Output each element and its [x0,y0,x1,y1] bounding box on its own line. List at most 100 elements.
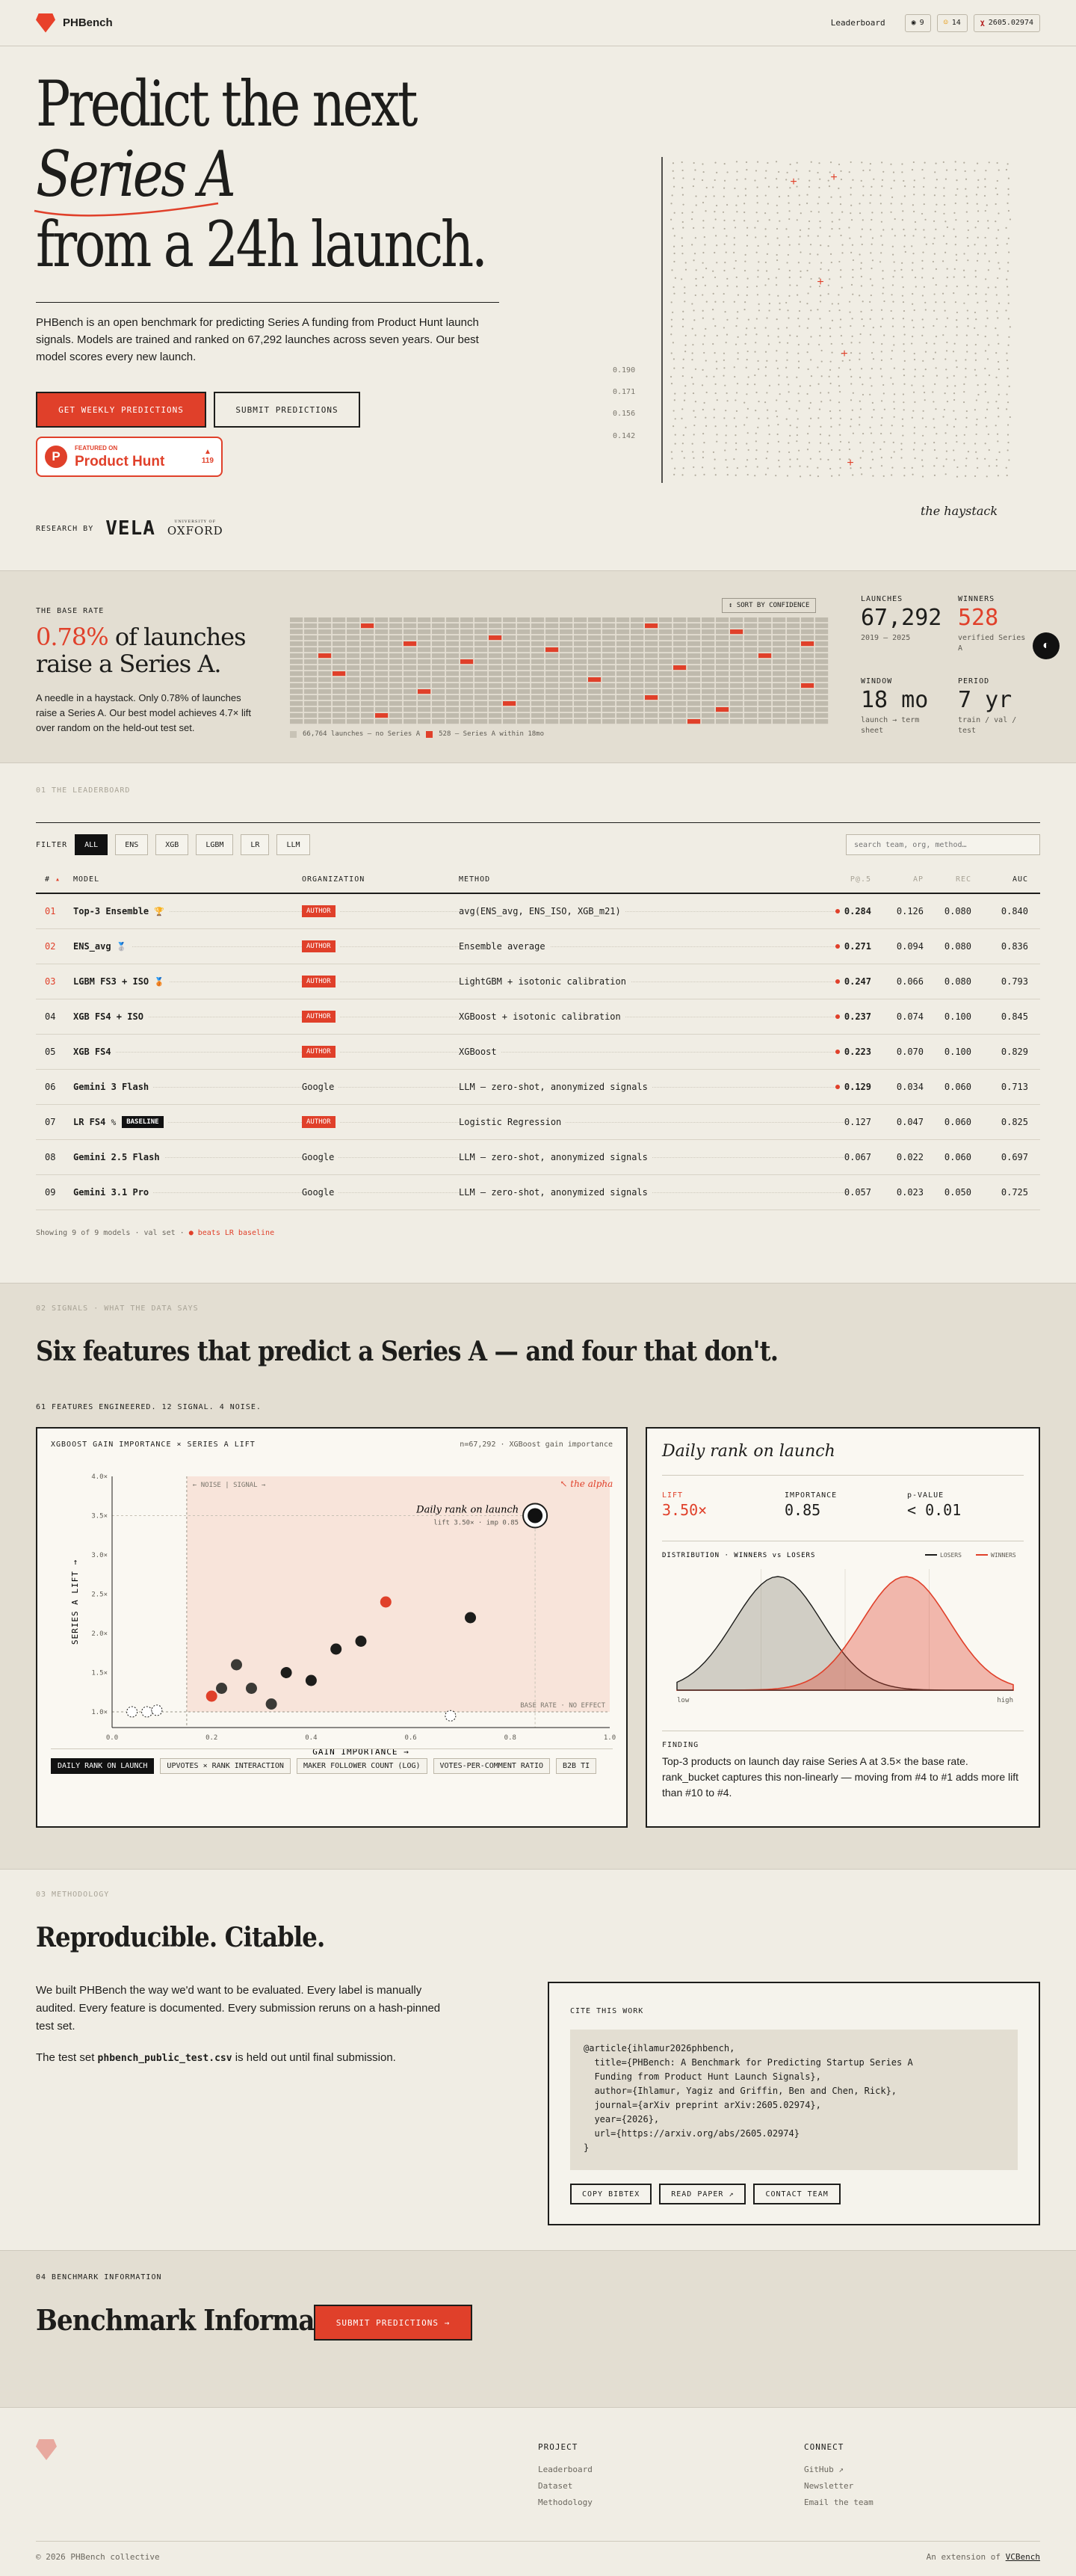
scatter-point[interactable] [445,1710,457,1722]
launch-cell [801,701,814,706]
get-weekly-predictions-button[interactable]: GET WEEKLY PREDICTIONS [36,392,206,428]
scatter-point[interactable] [205,1690,217,1702]
product-hunt-badge[interactable]: P FEATURED ON Product Hunt ▲ 119 [36,437,223,477]
scatter-point[interactable] [380,1596,392,1608]
col-auc[interactable]: AUC [1012,866,1033,893]
scatter-point[interactable] [151,1704,163,1716]
haystack-dot [712,270,714,272]
launch-cell [474,707,488,712]
chip-daily-rank[interactable]: DAILY RANK ON LAUNCH [51,1758,155,1774]
scatter-point[interactable] [245,1683,257,1694]
launch-cell [702,677,715,682]
filter-all[interactable]: ALL [75,834,108,855]
filter-lgbm[interactable]: LGBM [196,834,234,855]
footer-link-github[interactable]: GitHub ↗ [804,2462,874,2478]
table-row[interactable]: 02 ENS_avg 🥈 AUTHOR Ensemble average 0.271 0.… [36,929,1040,964]
haystack-dot [776,259,779,262]
launch-cell [333,641,346,647]
launch-cell [389,707,403,712]
search-input[interactable] [846,834,1040,855]
haystack-dot [913,194,915,196]
haystack-dot [882,286,885,289]
col-method[interactable]: METHOD [459,866,495,893]
read-paper-button[interactable]: READ PAPER ↗ [659,2184,746,2204]
haystack-dot [693,319,696,321]
chip-upvotes-rank[interactable]: UPVOTES × RANK INTERACTION [160,1758,291,1774]
chip-votes-per-comment[interactable]: VOTES-PER-COMMENT RATIO [433,1758,550,1774]
nav-leaderboard-link[interactable]: Leaderboard [831,18,885,28]
submit-predictions-cta[interactable]: SUBMIT PREDICTIONS → [314,2305,472,2341]
footer-link-newsletter[interactable]: Newsletter [804,2478,874,2495]
y-tick: 1.0× [91,1709,108,1716]
filter-ens[interactable]: ENS [115,834,149,855]
filter-lr[interactable]: LR [241,834,270,855]
table-row[interactable]: 01 Top-3 Ensemble 🏆 AUTHOR avg(ENS_avg, ENS… [36,894,1040,929]
haystack-dot [974,244,976,246]
launch-cell [616,635,630,641]
p-value: 0.284 [844,906,871,916]
haystack-dot [746,432,749,434]
table-row[interactable]: 09 Gemini 3.1 Pro Google LLM — zero-shot, a… [36,1175,1040,1210]
scatter-point[interactable] [305,1674,317,1686]
haystack-dot [841,252,844,254]
col-rank[interactable]: # ▴ [45,866,66,893]
scatter-point[interactable] [465,1612,477,1624]
footer-link-dataset[interactable]: Dataset [538,2478,593,2495]
table-row[interactable]: 04 XGB FS4 + ISO AUTHOR XGBoost + isotonic … [36,999,1040,1035]
filter-llm[interactable]: LLM [276,834,310,855]
haystack-dot [828,434,831,437]
launch-cell [347,647,360,653]
launch-cell [815,665,829,671]
huggingface-button[interactable]: ☺ 14 [936,13,968,32]
haystack-dot [726,318,729,321]
scatter-point[interactable] [216,1683,228,1694]
launch-cell [375,701,389,706]
col-p[interactable]: P@.5 [850,866,876,893]
table-row[interactable]: 06 Gemini 3 Flash Google LLM — zero-shot, a… [36,1070,1040,1105]
scatter-point[interactable] [126,1706,138,1718]
haystack-dot [670,375,672,378]
filter-xgb[interactable]: XGB [155,834,189,855]
launch-cell [716,653,729,659]
chip-b2b[interactable]: B2B TI [556,1758,597,1774]
stat-sub: launch → term sheet [861,716,920,735]
footer-link-leaderboard[interactable]: Leaderboard [538,2462,593,2478]
haystack-dot [819,442,822,444]
table-row[interactable]: 03 LGBM FS3 + ISO 🥉 AUTHOR LightGBM + isoto… [36,964,1040,999]
arxiv-button[interactable]: χ 2605.02974 [973,13,1040,32]
table-row[interactable]: 05 XGB FS4 AUTHOR XGBoost 0.223 0.070 0.100 0.8… [36,1035,1040,1070]
scatter-point[interactable] [528,1508,543,1523]
scatter-point[interactable] [265,1698,277,1710]
scatter-point[interactable] [231,1659,242,1671]
vcbench-link[interactable]: VCBench [1006,2552,1040,2562]
table-row[interactable]: 08 Gemini 2.5 Flash Google LLM — zero-shot,… [36,1140,1040,1175]
submit-predictions-button[interactable]: SUBMIT PREDICTIONS [214,392,360,428]
launch-cell [389,623,403,629]
col-model[interactable]: MODEL [73,866,105,893]
footer-link-email[interactable]: Email the team [804,2495,874,2511]
col-org[interactable]: ORGANIZATION [302,866,370,893]
haystack-dot [852,276,854,279]
launch-cell [333,689,346,694]
scatter-point[interactable] [355,1636,367,1647]
copy-bibtex-button[interactable]: COPY BIBTEX [570,2184,652,2204]
bibtex-block[interactable]: @article{ihlamur2026phbench, title={PHBe… [570,2030,1018,2170]
scatter-point[interactable] [280,1667,292,1678]
brand[interactable]: PHBench [36,13,113,33]
scatter-point[interactable] [141,1706,153,1718]
chip-maker-follower[interactable]: MAKER FOLLOWER COUNT (LOG) [296,1758,427,1774]
footer-link-methodology[interactable]: Methodology [538,2495,593,2511]
launch-cell [545,695,559,700]
haystack-dot [831,212,833,214]
sort-by-confidence-button[interactable]: ↕ SORT BY CONFIDENCE [722,598,817,613]
col-rec[interactable]: REC [955,866,976,893]
github-button[interactable]: ◉ 9 [904,13,931,32]
row-rank: 02 [45,929,61,964]
col-ap[interactable]: AP [912,866,928,893]
contact-team-button[interactable]: CONTACT TEAM [753,2184,841,2204]
scatter-point[interactable] [330,1643,342,1655]
launch-cell [687,719,701,724]
haystack-dot [827,458,829,461]
theme-toggle-icon[interactable]: ◐ [1033,632,1060,659]
table-row[interactable]: 07 LR FS4 % BASELINE AUTHOR Logistic Regress… [36,1105,1040,1140]
